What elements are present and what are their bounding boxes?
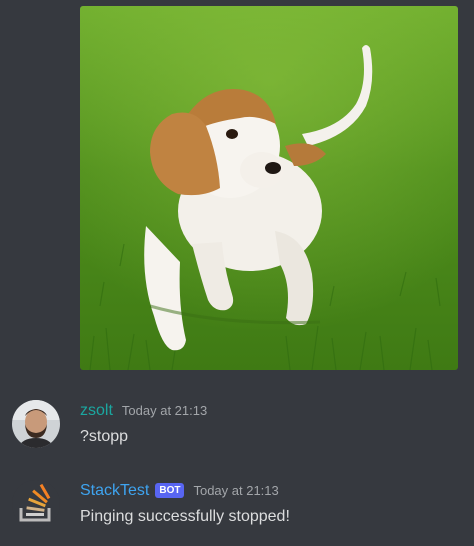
avatar-stacktest[interactable] xyxy=(12,480,60,528)
bot-badge: BOT xyxy=(155,483,185,498)
message-content: ?stopp xyxy=(80,428,129,445)
message-content: Pinging successfully stopped! xyxy=(80,508,290,525)
image-attachment[interactable] xyxy=(80,6,458,370)
timestamp[interactable]: Today at 21:13 xyxy=(193,483,278,498)
beagle-puppy-image xyxy=(80,6,458,370)
avatar-zsolt[interactable] xyxy=(12,400,60,448)
stackoverflow-logo-icon xyxy=(12,480,60,528)
message-header: StackTest BOT Today at 21:13 xyxy=(80,482,279,500)
message-header: zsolt Today at 21:13 xyxy=(80,402,207,420)
username[interactable]: StackTest xyxy=(80,482,149,500)
chat-area: zsolt Today at 21:13 ?stopp StackTest BO… xyxy=(0,0,474,546)
timestamp[interactable]: Today at 21:13 xyxy=(122,403,207,418)
user-avatar-icon xyxy=(12,400,60,448)
username[interactable]: zsolt xyxy=(80,402,113,420)
